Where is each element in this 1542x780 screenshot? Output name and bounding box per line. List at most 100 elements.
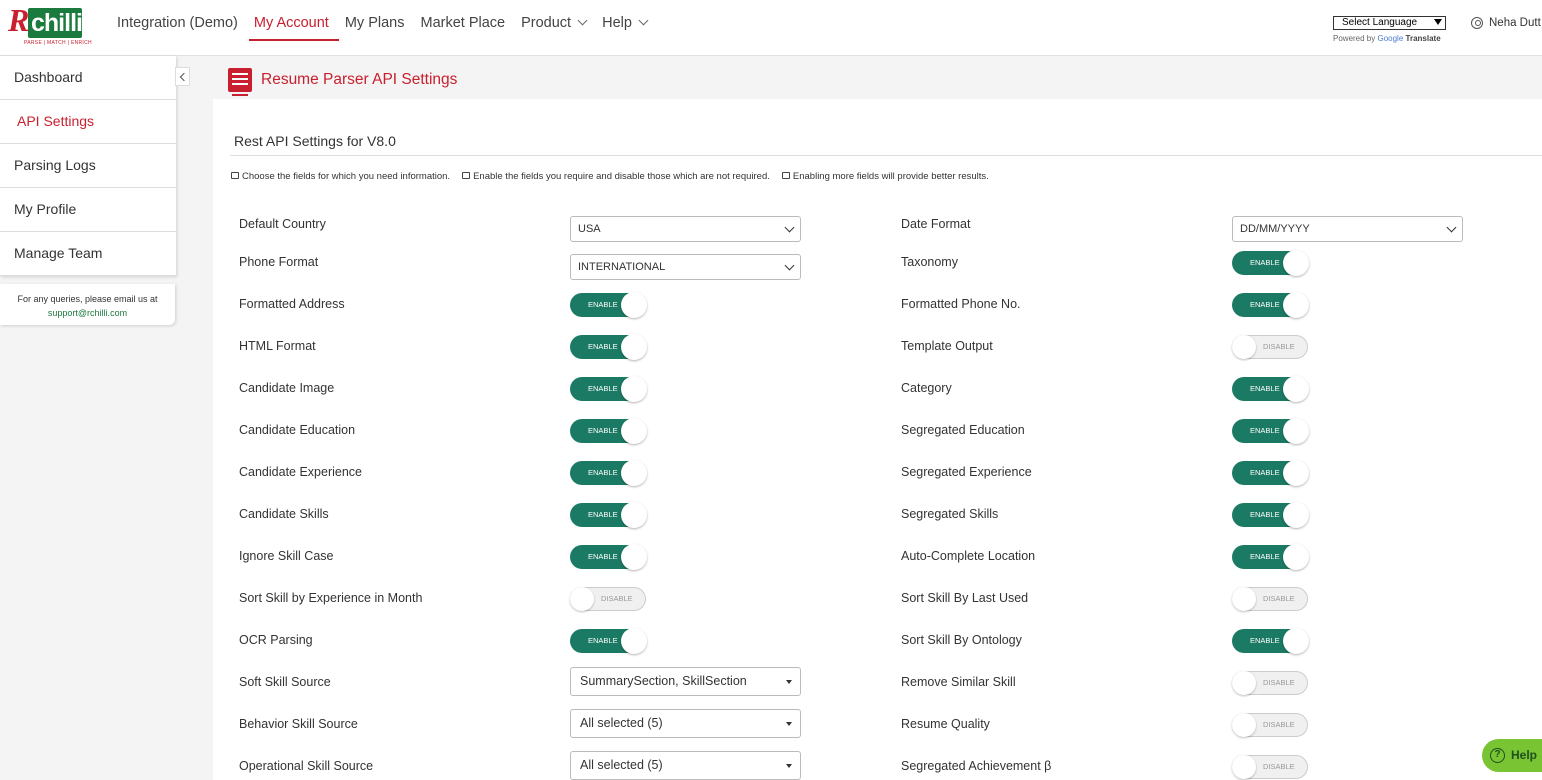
language-select-value: Select Language	[1342, 17, 1418, 28]
resume-quality-toggle[interactable]: DISABLE	[1232, 713, 1308, 737]
sort-skill-by-last-used-toggle[interactable]: DISABLE	[1232, 587, 1308, 611]
sidebar-item-manage-team[interactable]: Manage Team	[0, 232, 176, 276]
soft-skill-source-multiselect[interactable]: SummarySection, SkillSection	[570, 667, 801, 696]
sidebar-item-dashboard[interactable]: Dashboard	[0, 56, 176, 100]
translate-text: Translate	[1405, 34, 1441, 43]
sidebar-item-parsing-logs[interactable]: Parsing Logs	[0, 144, 176, 188]
candidate-education-toggle[interactable]: ENABLE	[570, 418, 647, 444]
nav-my-plans[interactable]: My Plans	[345, 15, 405, 42]
setting-label-formatted-address: Formatted Address	[239, 297, 345, 311]
nav-integration-demo[interactable]: Integration (Demo)	[117, 15, 238, 42]
toggle-state: ENABLE	[1250, 552, 1280, 561]
toggle-state: ENABLE	[588, 510, 618, 519]
sort-skill-by-experience-in-month-toggle[interactable]: DISABLE	[570, 587, 646, 611]
setting-label-auto-complete-location: Auto-Complete Location	[901, 549, 1036, 563]
setting-label-html-format: HTML Format	[239, 339, 316, 353]
setting-label-operational-skill-source: Operational Skill Source	[239, 759, 374, 773]
setting-label-segregated-achievement: Segregated Achievement β	[901, 759, 1052, 773]
collapse-sidebar-button[interactable]	[175, 67, 190, 86]
help-label: Help	[1511, 748, 1538, 762]
user-menu[interactable]: Neha Dutt	[1471, 17, 1541, 29]
settings-sliders-icon	[228, 68, 252, 96]
ignore-skill-case-toggle[interactable]: ENABLE	[570, 544, 647, 570]
support-text: For any queries, please email us at	[17, 294, 158, 304]
setting-label-phone-format: Phone Format	[239, 255, 319, 269]
nav-label: Integration (Demo)	[117, 15, 238, 31]
logo-chip-text: chilli	[31, 9, 83, 37]
taxonomy-toggle[interactable]: ENABLE	[1232, 250, 1309, 276]
setting-label-sort-skill-by-last-used: Sort Skill By Last Used	[901, 591, 1029, 605]
language-select[interactable]: Select Language	[1333, 16, 1446, 30]
nav-label: Market Place	[420, 15, 506, 31]
toggle-state: DISABLE	[1263, 720, 1295, 729]
logo-chip: chilli	[28, 8, 83, 38]
sidebar: Dashboard API Settings Parsing Logs My Prof…	[0, 56, 176, 276]
candidate-skills-toggle[interactable]: ENABLE	[570, 502, 647, 528]
nav-label: Product	[521, 15, 572, 31]
category-toggle[interactable]: ENABLE	[1232, 376, 1309, 402]
chevron-down-icon	[784, 222, 795, 233]
question-icon: ?	[1490, 748, 1505, 763]
segregated-achievement-toggle[interactable]: DISABLE	[1232, 755, 1308, 779]
tip-text: Choose the fields for which you need inf…	[242, 171, 451, 182]
segregated-education-toggle[interactable]: ENABLE	[1232, 418, 1309, 444]
help-button[interactable]: ? Help	[1482, 739, 1542, 772]
toggle-state: ENABLE	[588, 468, 618, 477]
remove-similar-skill-toggle[interactable]: DISABLE	[1232, 671, 1308, 695]
candidate-image-toggle[interactable]: ENABLE	[570, 376, 647, 402]
formatted-address-toggle[interactable]: ENABLE	[570, 292, 647, 318]
toggle-state: ENABLE	[1250, 300, 1280, 309]
multiselect-value: All selected (5)	[580, 758, 663, 772]
candidate-experience-toggle[interactable]: ENABLE	[570, 460, 647, 486]
setting-label-category: Category	[901, 381, 952, 395]
segregated-skills-toggle[interactable]: ENABLE	[1232, 502, 1309, 528]
segregated-experience-toggle[interactable]: ENABLE	[1232, 460, 1309, 486]
setting-label-behavior-skill-source: Behavior Skill Source	[239, 717, 358, 731]
page-title: Resume Parser API Settings	[261, 71, 458, 88]
template-output-toggle[interactable]: DISABLE	[1232, 335, 1308, 359]
toggle-state: DISABLE	[1263, 762, 1295, 771]
nav-label: Help	[602, 15, 632, 31]
toggle-state: ENABLE	[1250, 426, 1280, 435]
nav-help[interactable]: Help	[602, 15, 649, 42]
rchilli-logo[interactable]: R chilli PARSE | MATCH | ENRICH	[6, 2, 92, 48]
toggle-state: ENABLE	[1250, 258, 1280, 267]
sort-skill-by-ontology-toggle[interactable]: ENABLE	[1232, 628, 1309, 654]
support-email-link[interactable]: support@rchilli.com	[0, 306, 175, 320]
tip-text: Enable the fields you require and disabl…	[473, 171, 770, 182]
html-format-toggle[interactable]: ENABLE	[570, 334, 647, 360]
setting-label-template-output: Template Output	[901, 339, 993, 353]
caret-down-icon	[786, 722, 792, 726]
behavior-skill-source-multiselect[interactable]: All selected (5)	[570, 709, 801, 738]
phone-format-select[interactable]: INTERNATIONAL	[570, 254, 801, 280]
hand-pointer-icon	[781, 172, 790, 179]
google-text: Google	[1377, 34, 1404, 43]
setting-label-sort-skill-by-ontology: Sort Skill By Ontology	[901, 633, 1022, 647]
sidebar-item-my-profile[interactable]: My Profile	[0, 188, 176, 232]
default-country-select[interactable]: USA	[570, 216, 801, 242]
operational-skill-source-multiselect[interactable]: All selected (5)	[570, 751, 801, 780]
support-box: For any queries, please email us at supp…	[0, 284, 175, 325]
select-value: INTERNATIONAL	[578, 261, 666, 273]
settings-panel: Rest API Settings for V8.0 Choose the fi…	[213, 99, 1542, 780]
top-navbar: R chilli PARSE | MATCH | ENRICH Integrat…	[0, 0, 1542, 56]
tip: Enable the fields you require and disabl…	[462, 171, 770, 182]
setting-label-ocr-parsing: OCR Parsing	[239, 633, 313, 647]
section-title: Rest API Settings for V8.0	[234, 133, 396, 149]
setting-label-candidate-skills: Candidate Skills	[239, 507, 329, 521]
toggle-state: ENABLE	[588, 342, 618, 351]
setting-label-segregated-skills: Segregated Skills	[901, 507, 999, 521]
formatted-phone-no-toggle[interactable]: ENABLE	[1232, 292, 1309, 318]
date-format-select[interactable]: DD/MM/YYYY	[1232, 216, 1463, 242]
ocr-parsing-toggle[interactable]: ENABLE	[570, 628, 647, 654]
caret-down-icon	[786, 680, 792, 684]
sidebar-item-api-settings[interactable]: API Settings	[0, 100, 176, 144]
nav-my-account[interactable]: My Account	[248, 15, 339, 42]
language-selector: Select Language Powered by Google Transl…	[1333, 16, 1446, 43]
nav-product[interactable]: Product	[521, 15, 588, 42]
tip: Choose the fields for which you need inf…	[231, 171, 450, 182]
setting-label-remove-similar-skill: Remove Similar Skill	[901, 675, 1016, 689]
nav-market-place[interactable]: Market Place	[420, 15, 505, 42]
auto-complete-location-toggle[interactable]: ENABLE	[1232, 544, 1309, 570]
setting-label-date-format: Date Format	[901, 217, 971, 231]
